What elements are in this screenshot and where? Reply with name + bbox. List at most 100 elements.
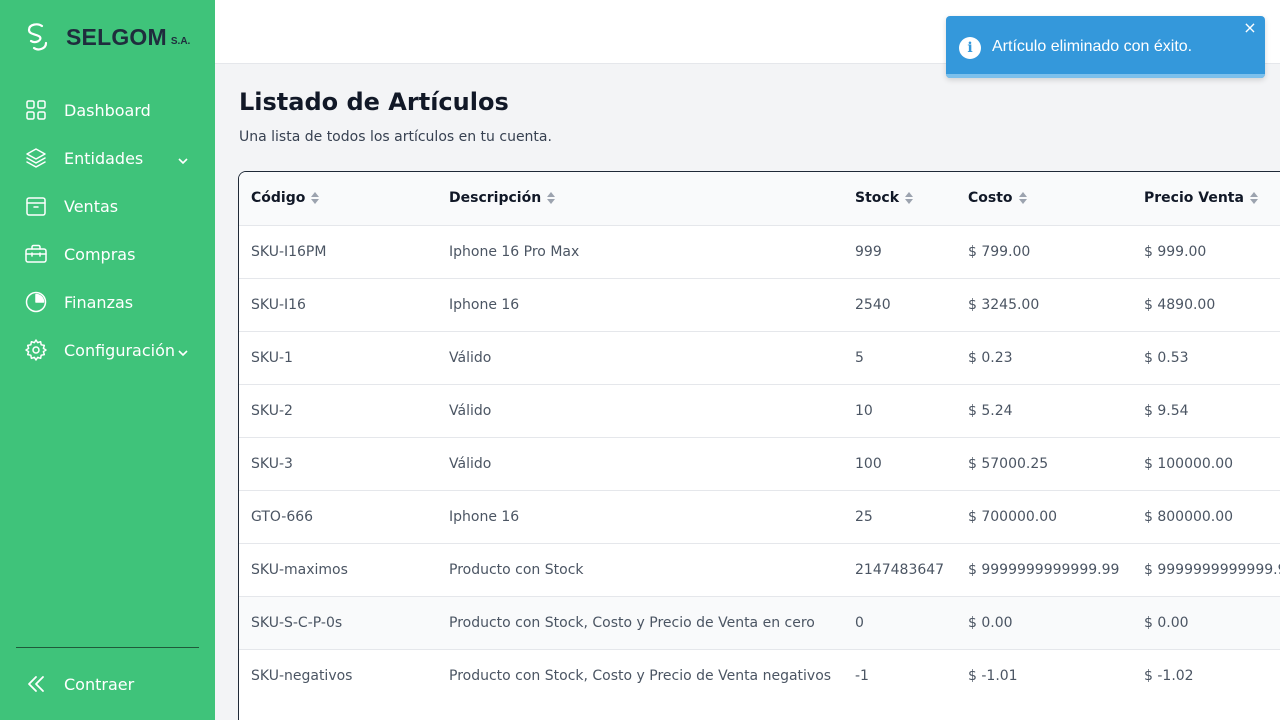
sort-icon[interactable]	[311, 192, 320, 205]
sidebar-item-label: Finanzas	[64, 292, 134, 312]
box-icon	[24, 194, 48, 218]
table-row[interactable]: GTO-666 Iphone 16 25 $ 700000.00 $ 800000.00	[239, 490, 1280, 543]
column-header[interactable]: Descripción	[437, 172, 843, 225]
column-header-label: Costo	[968, 190, 1013, 207]
sidebar-item-configuracion[interactable]: Configuración	[0, 326, 215, 374]
table-header-row: Código Descripción Stock Costo Precio Venta	[239, 172, 1280, 225]
sidebar-item-entidades[interactable]: Entidades	[0, 134, 215, 182]
brand-name: SELGOM	[66, 23, 167, 50]
table-cell: $ 799.00	[968, 243, 1031, 260]
chevron-down-icon	[177, 152, 189, 165]
sidebar-item-label: Dashboard	[64, 100, 151, 120]
table-cell: SKU-I16	[251, 296, 306, 313]
table-cell: $ -1.02	[1144, 667, 1194, 684]
table-cell: Iphone 16 Pro Max	[449, 243, 580, 260]
table-cell: 2540	[855, 296, 891, 313]
table-cell: $ 9999999999999.99	[1144, 561, 1280, 578]
toast-message: Artículo eliminado con éxito.	[992, 38, 1193, 55]
table-cell: Producto con Stock	[449, 561, 584, 578]
table-cell: $ 0.53	[1144, 349, 1189, 366]
close-icon[interactable]: ×	[1243, 20, 1257, 36]
table-cell: Válido	[449, 402, 492, 419]
table-cell: 100	[855, 455, 882, 472]
table-cell: 2147483647	[855, 561, 945, 578]
sort-icon[interactable]	[905, 192, 914, 205]
brand-logo[interactable]: SELGOM S.A.	[24, 22, 190, 52]
column-header-label: Código	[251, 190, 306, 207]
collapse-label: Contraer	[64, 674, 135, 694]
sidebar-item-ventas[interactable]: Ventas	[0, 182, 215, 230]
table-cell: Producto con Stock, Costo y Precio de Ve…	[449, 667, 832, 684]
table-cell: -1	[855, 667, 869, 684]
sidebar-item-label: Compras	[64, 244, 136, 264]
table-cell: $ 0.00	[968, 614, 1013, 631]
table-cell: 0	[855, 614, 864, 631]
column-header[interactable]: Código	[239, 172, 437, 225]
sidebar-divider	[16, 647, 199, 648]
table-row[interactable]: SKU-I16PM Iphone 16 Pro Max 999 $ 799.00 $ 9…	[239, 225, 1280, 278]
page-title: Listado de Artículos	[239, 88, 509, 116]
table-cell: $ 100000.00	[1144, 455, 1234, 472]
table-cell: 10	[855, 402, 873, 419]
table-cell: SKU-S-C-P-0s	[251, 614, 343, 631]
table-cell: $ 999.00	[1144, 243, 1207, 260]
table-cell: $ 9999999999999.99	[968, 561, 1120, 578]
gear-icon	[24, 338, 48, 362]
table-cell: 25	[855, 508, 873, 525]
table-cell: SKU-I16PM	[251, 243, 327, 260]
table-cell: $ 57000.25	[968, 455, 1049, 472]
sidebar-item-finanzas[interactable]: Finanzas	[0, 278, 215, 326]
table-cell: 999	[855, 243, 882, 260]
table-cell: Válido	[449, 455, 492, 472]
sort-icon[interactable]	[547, 192, 556, 205]
table-cell: Iphone 16	[449, 296, 520, 313]
table-cell: $ 0.00	[1144, 614, 1189, 631]
table-cell: Producto con Stock, Costo y Precio de Ve…	[449, 614, 815, 631]
sidebar-item-label: Configuración	[64, 340, 176, 360]
sidebar: SELGOM S.A. Dashboard Entidades Ventas C…	[0, 0, 215, 720]
table-row[interactable]: SKU-2 Válido 10 $ 5.24 $ 9.54	[239, 384, 1280, 437]
table-row[interactable]: SKU-maximos Producto con Stock 2147483647 $…	[239, 543, 1280, 596]
layers-icon	[24, 146, 48, 170]
table-cell: $ -1.01	[968, 667, 1018, 684]
table-cell: Iphone 16	[449, 508, 520, 525]
sidebar-item-label: Entidades	[64, 148, 144, 168]
logo-mark-icon	[27, 23, 48, 51]
sidebar-item-compras[interactable]: Compras	[0, 230, 215, 278]
table-row[interactable]: SKU-negativos Producto con Stock, Costo y…	[239, 649, 1280, 702]
table-row[interactable]: SKU-1 Válido 5 $ 0.23 $ 0.53	[239, 331, 1280, 384]
table-cell: SKU-3	[251, 455, 293, 472]
column-header[interactable]: Costo	[956, 172, 1132, 225]
table-cell: $ 0.23	[968, 349, 1013, 366]
sort-icon[interactable]	[1249, 192, 1258, 205]
collapse-sidebar-button[interactable]: Contraer	[24, 668, 134, 700]
chevron-down-icon	[177, 344, 189, 357]
table-cell: SKU-maximos	[251, 561, 348, 578]
column-header-label: Precio Venta	[1144, 190, 1244, 207]
pie-chart-icon	[24, 290, 48, 314]
table-cell: $ 800000.00	[1144, 508, 1234, 525]
column-header[interactable]: Stock	[843, 172, 956, 225]
table-body: SKU-I16PM Iphone 16 Pro Max 999 $ 799.00 $ 9…	[239, 225, 1280, 702]
success-toast[interactable]: i Artículo eliminado con éxito. ×	[946, 16, 1265, 78]
page-subtitle: Una lista de todos los artículos en tu c…	[239, 129, 552, 145]
grid-icon	[24, 98, 48, 122]
sidebar-item-dashboard[interactable]: Dashboard	[0, 86, 215, 134]
briefcase-icon	[24, 242, 48, 266]
sort-icon[interactable]	[1018, 192, 1027, 205]
table-row[interactable]: SKU-S-C-P-0s Producto con Stock, Costo y …	[239, 596, 1280, 649]
column-header[interactable]: Precio Venta	[1132, 172, 1280, 225]
table-row[interactable]: SKU-3 Válido 100 $ 57000.25 $ 100000.00	[239, 437, 1280, 490]
table-row[interactable]: SKU-I16 Iphone 16 2540 $ 3245.00 $ 4890.00	[239, 278, 1280, 331]
table-cell: $ 3245.00	[968, 296, 1040, 313]
table-cell: $ 4890.00	[1144, 296, 1216, 313]
table-cell: SKU-negativos	[251, 667, 353, 684]
sidebar-nav: Dashboard Entidades Ventas Compras Finan…	[0, 86, 215, 374]
table-cell: Válido	[449, 349, 492, 366]
table-cell: $ 5.24	[968, 402, 1013, 419]
table-cell: SKU-2	[251, 402, 293, 419]
table-cell: $ 9.54	[1144, 402, 1189, 419]
table-cell: GTO-666	[251, 508, 314, 525]
brand-suffix: S.A.	[170, 35, 191, 47]
table-cell: $ 700000.00	[968, 508, 1058, 525]
